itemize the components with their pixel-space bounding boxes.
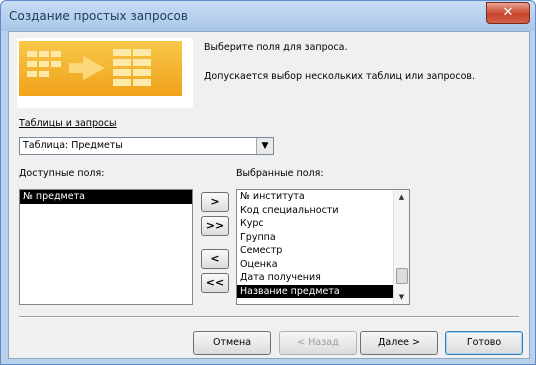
remove-all-fields-button[interactable]: << (201, 273, 229, 293)
tables-label: Таблицы и запросы (19, 118, 117, 129)
chevron-down-icon[interactable]: ▼ (256, 138, 273, 154)
available-fields-label: Доступные поля: (19, 168, 105, 179)
wizard-banner (17, 38, 193, 108)
list-item[interactable]: Название предмета (237, 284, 409, 298)
next-button[interactable]: Далее > (360, 331, 438, 355)
wizard-illustration-icon (19, 41, 182, 96)
selected-list-scrollbar[interactable]: ▲ ▼ (393, 190, 409, 304)
scroll-down-icon[interactable]: ▼ (394, 290, 409, 304)
selected-fields-label: Выбранные поля: (236, 168, 324, 179)
info-line-1: Выберите поля для запроса. (204, 42, 348, 53)
info-line-2: Допускается выбор нескольких таблиц или … (204, 71, 476, 82)
button-separator (19, 316, 519, 318)
window-title: Создание простых запросов (9, 9, 188, 23)
wizard-client: Выберите поля для запроса. Допускается в… (8, 31, 530, 359)
wizard-window: Создание простых запросов ✕ Выберите пол… (0, 0, 536, 365)
title-bar[interactable]: Создание простых запросов ✕ (1, 1, 535, 31)
list-item[interactable]: Дата получения (237, 271, 409, 285)
scroll-up-icon[interactable]: ▲ (394, 190, 409, 204)
remove-field-button[interactable]: < (201, 249, 229, 269)
list-item[interactable]: № института (237, 190, 409, 204)
close-button[interactable]: ✕ (486, 2, 530, 24)
add-all-fields-button[interactable]: >> (201, 216, 229, 236)
scroll-thumb[interactable] (396, 268, 408, 284)
cancel-button[interactable]: Отмена (193, 331, 271, 355)
list-item[interactable]: Оценка (237, 258, 409, 272)
list-item[interactable]: Группа (237, 231, 409, 245)
tables-combobox[interactable]: Таблица: Предметы ▼ (19, 137, 274, 155)
available-fields-list[interactable]: № предмета (19, 189, 193, 305)
add-field-button[interactable]: > (201, 192, 229, 212)
list-item[interactable]: Курс (237, 217, 409, 231)
list-item[interactable]: Семестр (237, 244, 409, 258)
list-item[interactable]: № предмета (20, 190, 192, 204)
tables-combobox-value: Таблица: Предметы (23, 140, 123, 151)
selected-fields-list[interactable]: № института Код специальности Курс Групп… (236, 189, 410, 305)
back-button[interactable]: < Назад (279, 331, 357, 355)
finish-button[interactable]: Готово (445, 331, 523, 355)
list-item[interactable]: Код специальности (237, 204, 409, 218)
